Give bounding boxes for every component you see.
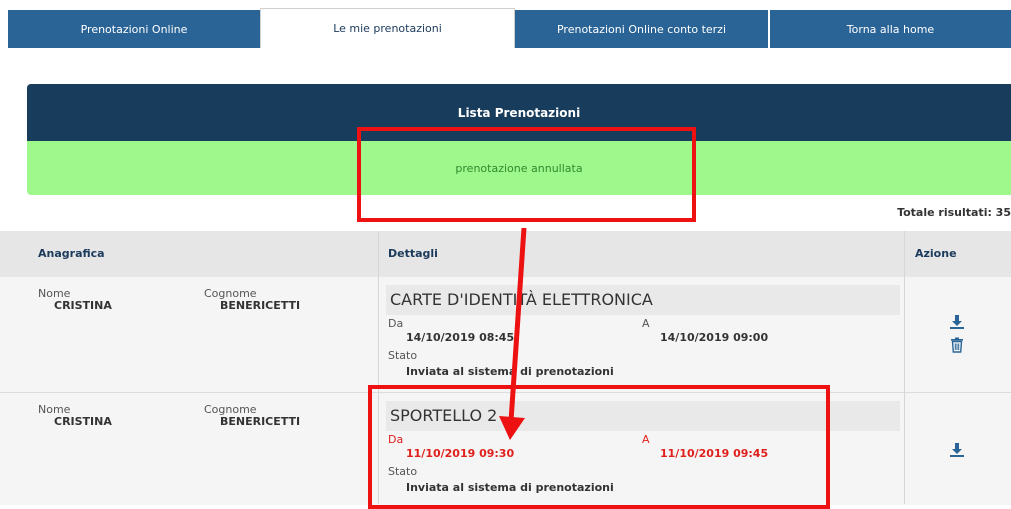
annotation-box-row (368, 385, 830, 509)
tab-conto-terzi[interactable]: Prenotazioni Online conto terzi (515, 10, 770, 48)
download-icon[interactable] (949, 442, 965, 458)
a-value: 14/10/2019 09:00 (660, 331, 769, 344)
tab-le-mie-prenotazioni[interactable]: Le mie prenotazioni (260, 8, 515, 48)
nome-value: CRISTINA (54, 415, 112, 428)
total-results: Totale risultati: 35 (897, 206, 1011, 219)
nome-value: CRISTINA (54, 299, 112, 312)
stato-label: Stato (388, 349, 418, 362)
cognome-value: BENERICETTI (220, 299, 301, 312)
annotation-box-alert (357, 127, 696, 222)
header-dettagli: Dettagli (388, 247, 438, 260)
header-azione: Azione (915, 247, 957, 260)
column-divider (904, 231, 905, 504)
tab-prenotazioni-online[interactable]: Prenotazioni Online (8, 10, 260, 48)
annotation-arrow-icon (499, 227, 527, 440)
a-label: A (642, 317, 650, 330)
da-label: Da (388, 317, 404, 330)
trash-icon[interactable] (949, 337, 965, 353)
tab-bar: Prenotazioni Online Le mie prenotazioni … (8, 8, 1011, 48)
header-anagrafica: Anagrafica (38, 247, 105, 260)
cognome-value: BENERICETTI (220, 415, 301, 428)
service-name: CARTE D'IDENTITÀ ELETTRONICA (386, 285, 900, 315)
download-icon[interactable] (949, 314, 965, 330)
tab-torna-home[interactable]: Torna alla home (770, 10, 1011, 48)
